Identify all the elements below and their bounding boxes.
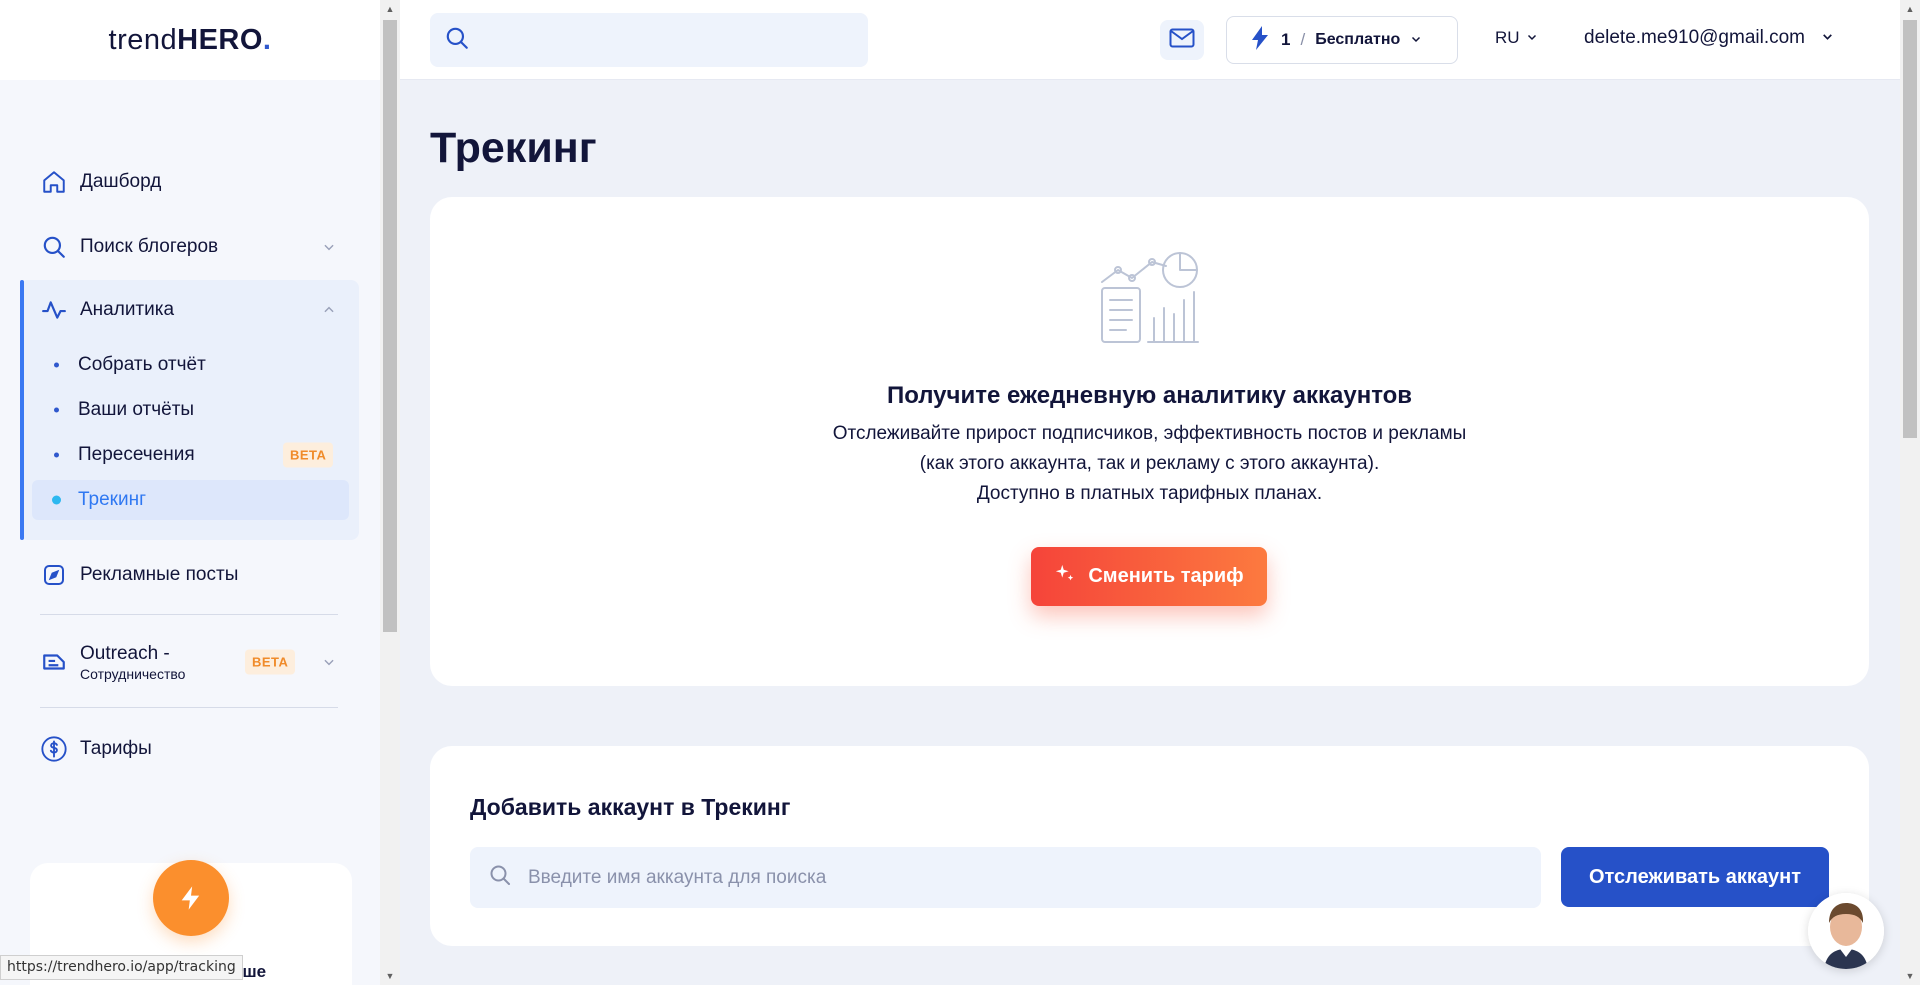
change-plan-button[interactable]: Сменить тариф [1031,547,1267,606]
button-label: Сменить тариф [1088,565,1244,587]
divider [40,707,338,708]
bullet [52,495,61,505]
user-email: delete.me910@gmail.com [1584,27,1806,48]
beta-badge: BETA [245,649,296,675]
sidebar-item-blogger-search[interactable]: Поиск блогеров [0,215,380,279]
sparkle-icon [1054,563,1076,591]
outreach-icon [40,648,68,676]
search-icon [40,233,68,261]
language-label: RU [1495,28,1520,47]
top-header: 1 / Бесплатно RU delete.me910@gmail.com [400,0,1900,80]
sidebar-item-ad-posts[interactable]: Рекламные посты [0,543,380,607]
add-account-title: Добавить аккаунт в Трекинг [470,794,791,820]
card-description: Отслеживайте прирост подписчиков, эффект… [430,419,1869,509]
account-menu[interactable]: delete.me910@gmail.com [1584,27,1834,49]
plan-selector[interactable]: 1 / Бесплатно [1226,16,1458,64]
mail-button[interactable] [1160,20,1204,60]
card-title: Получите ежедневную аналитику аккаунтов [886,382,1413,409]
sidebar-scrollbar[interactable]: ▲ ▼ [380,0,400,985]
sidebar-item-dashboard[interactable]: Дашборд [0,150,380,214]
credits-count: 1 [1281,30,1291,49]
account-search-input[interactable] [528,866,1428,889]
dollar-icon [40,735,68,763]
main-scrollbar[interactable]: ▲ ▼ [1900,0,1920,985]
desc-line: Доступно в платных тарифных планах. [976,483,1323,504]
sidebar-item-analytics[interactable]: Аналитика [0,280,359,340]
sidebar-subitem-intersections[interactable]: Пересечения BETA [32,435,362,475]
scrollbar-thumb[interactable] [383,20,397,632]
bullet [54,452,59,458]
track-account-button[interactable]: Отслеживать аккаунт [1561,847,1829,907]
search-icon [488,863,512,892]
lightning-icon [1251,25,1269,55]
desc-line: (как этого аккаунта, так и рекламу с это… [919,453,1380,474]
sidebar-item-tariffs[interactable]: Тарифы [0,717,380,781]
separator: / [1300,30,1306,49]
desc-line: Отслеживайте прирост подписчиков, эффект… [832,423,1467,444]
chevron-down-icon[interactable] [320,653,338,671]
divider [40,614,338,615]
language-selector[interactable]: RU [1495,28,1538,48]
activity-icon [40,296,68,324]
trendhero-logo[interactable]: trendHERO. [109,24,272,57]
search-icon [444,25,470,56]
subitem-label: Трекинг [78,489,147,510]
logo-bar: trendHERO. [0,0,380,80]
beta-badge: BETA [283,442,334,468]
outreach-labels: Outreach - Сотрудничество [80,643,185,682]
subitem-label: Ваши отчёты [78,399,195,420]
browser-status-url: https://trendhero.io/app/tracking [0,955,243,980]
sidebar-item-label: Поиск блогеров [80,236,219,257]
analytics-report-icon [1098,248,1200,346]
page-title: Трекинг [430,124,597,172]
scroll-up-arrow-icon[interactable]: ▲ [1900,0,1920,18]
bullet [54,362,59,368]
scrollbar-thumb[interactable] [1903,20,1917,438]
home-icon [40,168,68,196]
account-search-field[interactable] [470,847,1541,908]
mail-icon [1169,27,1195,54]
scroll-up-arrow-icon[interactable]: ▲ [380,0,400,18]
scroll-down-arrow-icon[interactable]: ▼ [380,967,400,985]
global-search[interactable] [430,13,868,67]
sidebar-subitem-your-reports[interactable]: Ваши отчёты [32,390,362,430]
sidebar-item-label: Аналитика [80,299,175,320]
bullet [54,407,59,413]
sidebar-item-label: Рекламные посты [80,564,239,585]
lightning-icon [153,860,229,936]
add-account-card [430,746,1869,946]
sidebar-subitem-tracking[interactable]: Трекинг [32,480,349,520]
chevron-down-icon [1821,27,1834,49]
chevron-down-icon [1410,30,1422,50]
support-chat-avatar[interactable] [1808,893,1884,969]
analytics-group: Аналитика Собрать отчёт Ваши отчёты Пере… [20,280,359,540]
compass-icon [40,561,68,589]
sidebar-item-label: Outreach - [80,642,170,664]
chevron-down-icon [1526,28,1538,48]
sidebar-item-label: Тарифы [80,738,152,759]
plan-name: Бесплатно [1315,31,1401,48]
sidebar-subitem-build-report[interactable]: Собрать отчёт [32,345,362,385]
sidebar-item-label: Дашборд [80,171,162,192]
chevron-down-icon[interactable] [320,238,338,256]
subitem-label: Пересечения [78,444,195,465]
sidebar-item-sublabel: Сотрудничество [80,665,186,682]
sidebar-item-outreach[interactable]: Outreach - Сотрудничество BETA [0,630,380,694]
subitem-label: Собрать отчёт [78,354,206,375]
chevron-up-icon[interactable] [320,301,338,319]
scroll-down-arrow-icon[interactable]: ▼ [1900,967,1920,985]
sidebar: trendHERO. Дашборд Поиск блогеров Аналит… [0,0,380,985]
